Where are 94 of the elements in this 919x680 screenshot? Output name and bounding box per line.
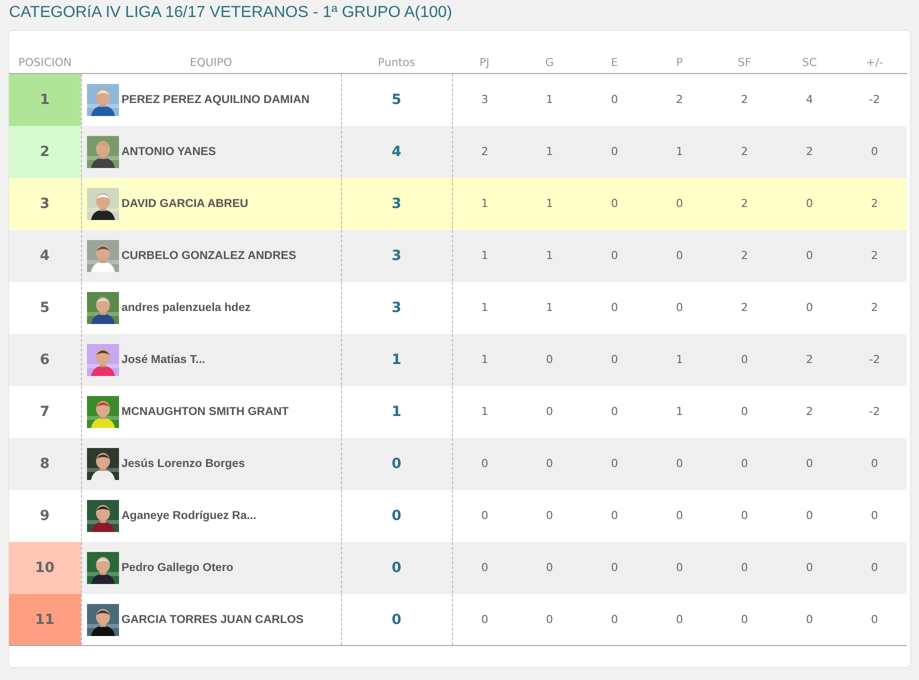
stat-cell: -2 bbox=[842, 74, 907, 126]
team-name: Jesús Lorenzo Borges bbox=[122, 458, 245, 470]
stat-cell: 2 bbox=[712, 178, 777, 230]
stat-cell: 1 bbox=[452, 334, 517, 386]
stat-cell: 2 bbox=[712, 230, 777, 282]
stat-cell: 0 bbox=[582, 282, 647, 334]
team-name: Pedro Gallego Otero bbox=[122, 562, 234, 574]
stat-cell: 0 bbox=[647, 282, 712, 334]
stat-cell: 0 bbox=[582, 594, 647, 646]
team-name: José Matías T... bbox=[122, 354, 206, 366]
stat-cell: 0 bbox=[517, 542, 582, 594]
stat-cell: 0 bbox=[777, 594, 842, 646]
stat-cell: -2 bbox=[842, 386, 907, 438]
stat-cell: 0 bbox=[452, 438, 517, 490]
stat-cell: 0 bbox=[517, 438, 582, 490]
stat-cell: 0 bbox=[712, 438, 777, 490]
stat-cell: 0 bbox=[777, 230, 842, 282]
stat-cell: 0 bbox=[647, 594, 712, 646]
stat-cell: 2 bbox=[647, 74, 712, 126]
stat-cell: 0 bbox=[777, 490, 842, 542]
stat-cell: 0 bbox=[712, 334, 777, 386]
team-name: Aganeye Rodríguez Ra... bbox=[122, 510, 256, 522]
team-name: ANTONIO YANES bbox=[122, 146, 216, 158]
stat-cell: 0 bbox=[842, 542, 907, 594]
stat-cell: 0 bbox=[647, 230, 712, 282]
stat-cell: 2 bbox=[777, 126, 842, 178]
stat-cell: 2 bbox=[452, 126, 517, 178]
team-name: GARCIA TORRES JUAN CARLOS bbox=[122, 614, 304, 626]
stat-cell: 1 bbox=[647, 126, 712, 178]
stat-cell: 1 bbox=[452, 178, 517, 230]
stat-cell: 2 bbox=[842, 282, 907, 334]
team-name: CURBELO GONZALEZ ANDRES bbox=[122, 250, 296, 262]
stat-cell: 0 bbox=[712, 490, 777, 542]
stat-cell: 0 bbox=[842, 126, 907, 178]
stat-cell: 0 bbox=[582, 490, 647, 542]
stat-cell: 0 bbox=[582, 438, 647, 490]
stat-cell: 1 bbox=[452, 282, 517, 334]
stat-cell: 0 bbox=[582, 334, 647, 386]
position-cell: 1 bbox=[9, 74, 81, 126]
stat-cell: 0 bbox=[842, 594, 907, 646]
stat-cell: 2 bbox=[777, 386, 842, 438]
stat-cell: 0 bbox=[517, 490, 582, 542]
stat-cell: 0 bbox=[842, 490, 907, 542]
stat-cell: 0 bbox=[452, 542, 517, 594]
stat-cell: 0 bbox=[517, 386, 582, 438]
stat-cell: 1 bbox=[517, 230, 582, 282]
stat-cell: 1 bbox=[517, 282, 582, 334]
stat-cell: 1 bbox=[647, 334, 712, 386]
stat-cell: 1 bbox=[517, 74, 582, 126]
stat-cell: 0 bbox=[777, 178, 842, 230]
stat-cell: 0 bbox=[842, 438, 907, 490]
stat-cell: 0 bbox=[647, 490, 712, 542]
position-cell: 2 bbox=[9, 126, 81, 178]
points-cell: 0 bbox=[341, 594, 452, 646]
stat-cell: 0 bbox=[452, 594, 517, 646]
stat-cell: 0 bbox=[582, 542, 647, 594]
stat-cell: 4 bbox=[777, 74, 842, 126]
stat-cell: 0 bbox=[647, 542, 712, 594]
stat-cell: 0 bbox=[777, 438, 842, 490]
stat-cell: 1 bbox=[517, 178, 582, 230]
stat-cell: 2 bbox=[712, 74, 777, 126]
stat-cell: 1 bbox=[517, 126, 582, 178]
stat-cell: 0 bbox=[777, 542, 842, 594]
team-name: DAVID GARCIA ABREU bbox=[122, 198, 248, 210]
stat-cell: 1 bbox=[452, 386, 517, 438]
stat-cell: 0 bbox=[452, 490, 517, 542]
stat-cell: 0 bbox=[647, 438, 712, 490]
position-cell: 11 bbox=[9, 594, 81, 646]
stat-cell: 0 bbox=[777, 282, 842, 334]
stat-cell: 0 bbox=[582, 74, 647, 126]
stat-cell: 0 bbox=[582, 178, 647, 230]
position-cell: 10 bbox=[9, 542, 81, 594]
stat-cell: 2 bbox=[842, 230, 907, 282]
team-name: andres palenzuela hdez bbox=[122, 302, 251, 314]
stat-cell: 0 bbox=[712, 594, 777, 646]
stat-cell: 2 bbox=[842, 178, 907, 230]
stat-cell: 2 bbox=[712, 126, 777, 178]
stat-cell: 0 bbox=[712, 542, 777, 594]
stat-cell: 0 bbox=[582, 230, 647, 282]
stat-cell: 0 bbox=[582, 386, 647, 438]
stat-cell: 3 bbox=[452, 74, 517, 126]
stat-cell: 2 bbox=[712, 282, 777, 334]
stat-cell: 1 bbox=[452, 230, 517, 282]
team-name: PEREZ PEREZ AQUILINO DAMIAN bbox=[122, 94, 310, 106]
team-name: MCNAUGHTON SMITH GRANT bbox=[122, 406, 289, 418]
page-title: CATEGORíA IV LIGA 16/17 VETERANOS - 1ª GRUPO A(100) bbox=[9, 4, 454, 22]
stat-cell: 2 bbox=[777, 334, 842, 386]
stat-cell: 0 bbox=[582, 126, 647, 178]
stat-cell: 0 bbox=[712, 386, 777, 438]
stat-cell: 0 bbox=[517, 594, 582, 646]
stat-cell: 1 bbox=[647, 386, 712, 438]
stat-cell: 0 bbox=[517, 334, 582, 386]
stat-cell: -2 bbox=[842, 334, 907, 386]
stat-cell: 0 bbox=[647, 178, 712, 230]
